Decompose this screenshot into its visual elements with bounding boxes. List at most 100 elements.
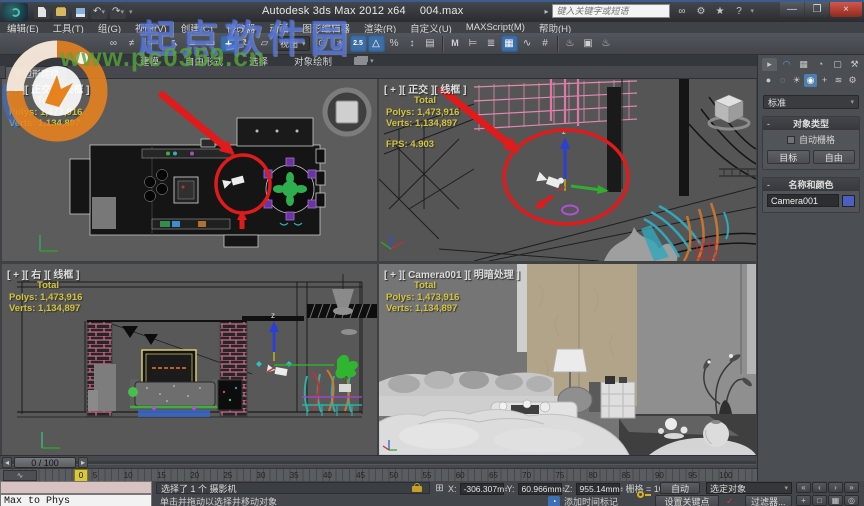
viewport-label[interactable]: [ + ][ 右 ][ 线框 ] (7, 266, 80, 281)
curve-editor-button[interactable] (519, 35, 536, 52)
close-button[interactable]: × (830, 2, 862, 17)
graphite-ribbon-toggle-button[interactable] (501, 35, 518, 52)
add-time-tag[interactable]: ◔ 添加时间标记 (548, 495, 618, 506)
name-color-rollout-header[interactable]: -名称和颜色 (763, 178, 859, 191)
tab-motion[interactable] (813, 58, 828, 71)
new-file-button[interactable] (34, 5, 50, 19)
open-file-button[interactable] (53, 5, 69, 19)
maximize-button[interactable]: ❐ (805, 2, 829, 17)
pan-icon[interactable]: ▦ (828, 495, 843, 506)
previous-key-button[interactable]: ‹ (812, 482, 827, 493)
play-button[interactable]: › (828, 482, 843, 493)
select-and-manipulate-button[interactable] (332, 35, 349, 52)
category-lights[interactable] (790, 74, 803, 87)
time-slider-handle[interactable]: 0 / 100 (14, 457, 76, 468)
subscription-icon[interactable]: ⚙ (693, 4, 708, 18)
minimize-button[interactable]: — (780, 2, 804, 17)
category-helpers[interactable] (818, 74, 831, 87)
time-slider-track[interactable] (1, 461, 756, 464)
rendered-frame-window-button[interactable] (580, 35, 597, 52)
viewport-label[interactable]: [ + ][ 正交 ][ 线框 ] (384, 81, 467, 96)
z-coordinate-field[interactable]: 955.14mm▲▼ (576, 483, 620, 495)
category-space-warps[interactable] (832, 74, 845, 87)
keyboard-override-button[interactable] (422, 35, 439, 52)
favorites-star-icon[interactable]: ★ (712, 4, 727, 18)
go-to-start-button[interactable]: « (796, 482, 811, 493)
category-cameras[interactable] (804, 74, 817, 87)
viewport-top-right[interactable]: z (379, 79, 756, 261)
next-frame-button[interactable]: ▸ (78, 457, 88, 468)
select-and-rotate-button[interactable] (238, 35, 255, 52)
angle-snap-button[interactable] (368, 35, 385, 52)
ribbon-camera-icon[interactable]: ▾ (354, 57, 374, 65)
category-shapes[interactable] (776, 74, 789, 87)
tab-display[interactable] (830, 58, 845, 71)
polygon-modeling-tab[interactable]: 多边形建模 (5, 66, 68, 79)
bind-to-space-warp-button[interactable] (141, 35, 158, 52)
select-and-scale-button[interactable] (256, 35, 273, 52)
absolute-mode-icon[interactable]: ⊞ (434, 483, 445, 494)
object-color-swatch[interactable] (842, 195, 855, 207)
zoom-extents-icon[interactable]: □ (812, 495, 827, 506)
qat-flyout[interactable]: ▾ (129, 8, 133, 16)
tab-modify[interactable] (779, 58, 794, 71)
help-icon[interactable]: ? (731, 4, 746, 18)
snap-toggle-25-button[interactable] (350, 35, 367, 52)
tab-hierarchy[interactable] (796, 58, 811, 71)
orbit-icon[interactable]: ◎ (844, 495, 859, 506)
previous-frame-button[interactable]: ◂ (2, 457, 12, 468)
viewport-label[interactable]: [ + ][ Camera001 ][ 明暗处理 ] (384, 266, 520, 281)
selection-lock-icon[interactable] (412, 483, 422, 492)
selection-set-dropdown[interactable]: 选定对象▾ (706, 482, 792, 494)
maxscript-mini-listener[interactable] (0, 481, 152, 494)
maxscript-listener-button[interactable]: Max to Phys (0, 494, 152, 506)
percent-snap-button[interactable] (386, 35, 403, 52)
render-setup-button[interactable] (562, 35, 579, 52)
object-type-rollout-header[interactable]: -对象类型 (763, 117, 859, 130)
select-by-name-button[interactable] (184, 35, 201, 52)
key-filters-button[interactable]: 过滤器... (745, 495, 792, 506)
help-flyout[interactable]: ▾ (750, 7, 754, 15)
schematic-view-button[interactable] (537, 35, 554, 52)
y-coordinate-field[interactable]: 60.966mm▲▼ (518, 483, 562, 495)
redo-button[interactable]: ↷▾ (110, 5, 126, 19)
use-pivot-center-button[interactable] (314, 35, 331, 52)
rectangular-selection-region-button[interactable] (202, 35, 219, 52)
undo-button[interactable]: ↶▾ (91, 5, 107, 19)
align-button[interactable] (465, 35, 482, 52)
spinner-snap-button[interactable] (404, 35, 421, 52)
render-production-button[interactable] (598, 35, 615, 52)
target-camera-button[interactable]: 目标 (767, 150, 810, 164)
category-geometry[interactable] (762, 74, 775, 87)
zoom-icon[interactable]: + (796, 495, 811, 506)
select-object-button[interactable] (166, 35, 183, 52)
unlink-selection-button[interactable] (123, 35, 140, 52)
save-file-button[interactable] (72, 5, 88, 19)
free-camera-button[interactable]: 自由 (813, 150, 856, 164)
track-bar[interactable]: ∿ 51015202530354045505560657075808590951… (0, 468, 757, 481)
x-coordinate-field[interactable]: -306.307m▲▼ (460, 483, 504, 495)
viewport-label[interactable]: [ + ][ 正交 ][ 线框 ] (7, 81, 90, 96)
viewport-bottom-left[interactable]: z [ + ][ 右 ][ 线框 ] Total Polys: 1,47 (2, 264, 377, 455)
search-input[interactable] (552, 4, 670, 18)
category-systems[interactable] (846, 74, 859, 87)
viewport-top-left[interactable]: [ + ][ 正交 ][ 线框 ] Total Polys: 1,473,916… (2, 79, 377, 261)
set-key-button[interactable]: 设置关键点 (655, 495, 719, 506)
select-and-move-button[interactable] (220, 35, 237, 52)
tab-create[interactable] (762, 58, 777, 71)
tab-utilities[interactable] (847, 58, 862, 71)
layer-manager-button[interactable] (483, 35, 500, 52)
reference-coordinate-dropdown[interactable]: 视图▾ (276, 36, 310, 51)
autogrid-checkbox[interactable] (787, 136, 795, 144)
auto-key-button[interactable]: 自动 (660, 482, 700, 494)
go-to-end-button[interactable]: » (844, 482, 859, 493)
object-class-dropdown[interactable]: 标准▾ (763, 95, 859, 109)
object-name-field[interactable]: Camera001 (767, 194, 839, 207)
app-logo-button[interactable] (2, 3, 28, 21)
select-and-link-button[interactable] (105, 35, 122, 52)
search-icon[interactable]: ∞ (674, 4, 689, 18)
mirror-button[interactable] (447, 35, 464, 52)
search-arrow-icon[interactable]: ▸ (544, 7, 548, 16)
viewport-bottom-right[interactable]: z [ + ][ Camera001 ][ 明暗处理 ] Total Polys… (379, 264, 756, 455)
menu-maxscript[interactable]: MAXScript(M) (459, 22, 532, 33)
